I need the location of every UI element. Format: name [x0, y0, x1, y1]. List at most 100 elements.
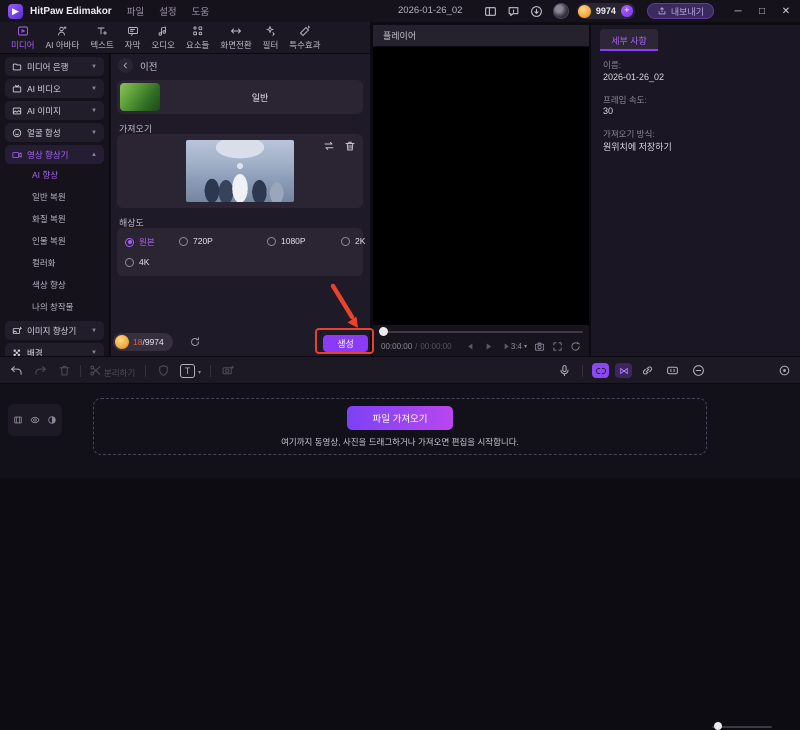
layout-icon[interactable]	[484, 5, 497, 18]
sidebar-sub-color-enhance[interactable]: 색상 향상	[0, 274, 109, 296]
track-frame-button[interactable]	[666, 364, 679, 377]
effects-icon	[299, 25, 310, 36]
chevron-down-icon[interactable]: ▾	[198, 369, 201, 376]
tab-subtitles[interactable]: 자막	[121, 25, 145, 51]
sidebar-item-ai-video[interactable]: AI 비디오 ▼	[5, 79, 104, 98]
text-tool-button[interactable]: T	[180, 364, 195, 378]
sidebar-sub-general-restore[interactable]: 일반 복원	[0, 186, 109, 208]
divider	[210, 365, 211, 377]
replace-button[interactable]	[323, 140, 335, 152]
tab-ai-avatar[interactable]: AI 아바타	[41, 25, 83, 51]
maximize-button[interactable]: □	[752, 6, 772, 17]
resolution-option-2k[interactable]: 2K	[341, 236, 365, 246]
resolution-option-1080p[interactable]: 1080P	[267, 236, 306, 246]
credits-used: 18	[133, 337, 143, 347]
tab-audio[interactable]: 오디오	[147, 25, 178, 51]
chevron-up-icon: ▲	[91, 151, 97, 158]
prev-frame-icon	[467, 343, 472, 349]
tab-media[interactable]: 미디어	[7, 25, 38, 51]
edit-toolbar: 분리하기 T ▾	[0, 356, 800, 730]
video-preview[interactable]	[373, 47, 589, 325]
snapshot-button[interactable]	[534, 341, 545, 352]
feedback-icon[interactable]	[507, 5, 520, 18]
frame-icon	[553, 341, 562, 351]
fit-timeline-button[interactable]	[778, 364, 791, 377]
track-frame-icon	[667, 366, 678, 375]
preset-card[interactable]: 일반	[117, 80, 363, 114]
tab-filters[interactable]: 필터	[259, 25, 283, 51]
sidebar-sub-portrait-restore[interactable]: 인물 복원	[0, 230, 109, 252]
aspect-ratio-select[interactable]: 3:4 ▾	[511, 342, 527, 351]
sidebar-item-background[interactable]: 배경 ▼	[5, 343, 104, 356]
menu-file[interactable]: 파일	[127, 4, 144, 18]
sidebar-sub-ai-enhance[interactable]: AI 향상	[0, 164, 109, 186]
minimize-button[interactable]: ─	[728, 6, 748, 17]
split-button[interactable]	[89, 364, 102, 377]
prev-frame-button[interactable]	[466, 342, 475, 351]
tab-text[interactable]: 텍스트	[86, 25, 117, 51]
import-file-button[interactable]: 파일 가져오기	[347, 405, 453, 430]
snapshot-icon	[534, 342, 545, 351]
export-button[interactable]: 내보내기	[646, 3, 714, 19]
menu-settings[interactable]: 설정	[159, 4, 176, 18]
credits-badge[interactable]: 9974 +	[576, 3, 635, 19]
mute-track-button[interactable]	[47, 415, 57, 425]
ribbon-tabbar: 미디어 AI 아바타 텍스트 자막 오디오 요소들 화면전환 필터 특수효과	[0, 22, 370, 54]
record-button[interactable]	[222, 364, 235, 377]
coin-icon	[115, 335, 129, 349]
imported-photo[interactable]	[186, 140, 294, 202]
resolution-option-4k[interactable]: 4K	[125, 257, 149, 267]
back-button[interactable]: 이전	[118, 58, 157, 73]
sidebar-item-video-enhancer[interactable]: 영상 향상기 ▲	[5, 145, 104, 164]
sidebar-item-ai-image[interactable]: AI 이미지 ▼	[5, 101, 104, 120]
redo-button[interactable]	[34, 364, 47, 377]
sidebar-sub-colorize[interactable]: 컬러화	[0, 252, 109, 274]
image-enhancer-icon	[12, 326, 22, 334]
menu-help[interactable]: 도움	[192, 4, 209, 18]
close-button[interactable]: ✕	[776, 6, 796, 17]
refresh-button[interactable]	[189, 336, 201, 348]
link-clips-button[interactable]	[641, 364, 654, 377]
play-button[interactable]	[484, 342, 493, 351]
divider	[145, 365, 146, 377]
chevron-down-icon: ▼	[91, 327, 97, 334]
sidebar-sub-quality-restore[interactable]: 화질 복원	[0, 208, 109, 230]
radio-icon	[267, 236, 276, 246]
add-credits-button[interactable]: +	[620, 5, 633, 17]
zoom-out-button[interactable]	[692, 364, 705, 377]
coin-icon	[577, 4, 591, 18]
sidebar-sub-my-creations[interactable]: 나의 창작물	[0, 296, 109, 318]
snap-toggle[interactable]	[592, 363, 609, 378]
mic-icon	[560, 365, 569, 377]
credits-count: 9974	[595, 6, 616, 16]
tab-elements[interactable]: 요소들	[182, 25, 213, 51]
delete-media-button[interactable]	[344, 140, 356, 152]
seek-handle[interactable]	[379, 327, 388, 336]
download-icon[interactable]	[530, 5, 543, 18]
ai-avatar-icon	[58, 25, 67, 35]
tab-details[interactable]: 세부 사항	[600, 29, 658, 51]
snap-icon	[595, 367, 606, 374]
tab-effects[interactable]: 특수효과	[285, 25, 324, 51]
frame-view-button[interactable]	[552, 341, 563, 352]
mask-button[interactable]	[157, 364, 170, 377]
media-dropzone[interactable]: 파일 가져오기 여기까지 동영상, 사진을 드래그하거나 가져오면 편집을 시작…	[93, 398, 707, 455]
sidebar-item-image-enhancer[interactable]: 이미지 향상기 ▼	[5, 321, 104, 340]
user-avatar[interactable]	[552, 3, 569, 19]
next-frame-button[interactable]	[502, 342, 511, 351]
delete-clip-button[interactable]	[58, 364, 71, 377]
undo-button[interactable]	[10, 364, 23, 377]
resolution-option-720p[interactable]: 720P	[179, 236, 213, 246]
ai-video-icon	[12, 84, 22, 92]
video-track-button[interactable]	[13, 415, 23, 425]
loop-button[interactable]	[570, 341, 581, 352]
resolution-option-original[interactable]: 원본	[125, 236, 155, 248]
toggle-visibility-button[interactable]	[30, 415, 40, 425]
seek-bar[interactable]	[381, 331, 583, 333]
sidebar-item-face-swap[interactable]: 얼굴 합성 ▼	[5, 123, 104, 142]
auto-ripple-toggle[interactable]	[615, 363, 632, 378]
tab-transitions[interactable]: 화면전환	[216, 25, 255, 51]
sidebar-item-media-bank[interactable]: 미디어 은행 ▼	[5, 57, 104, 76]
timeline-zoom-handle[interactable]	[714, 722, 722, 730]
voiceover-button[interactable]	[558, 364, 571, 377]
